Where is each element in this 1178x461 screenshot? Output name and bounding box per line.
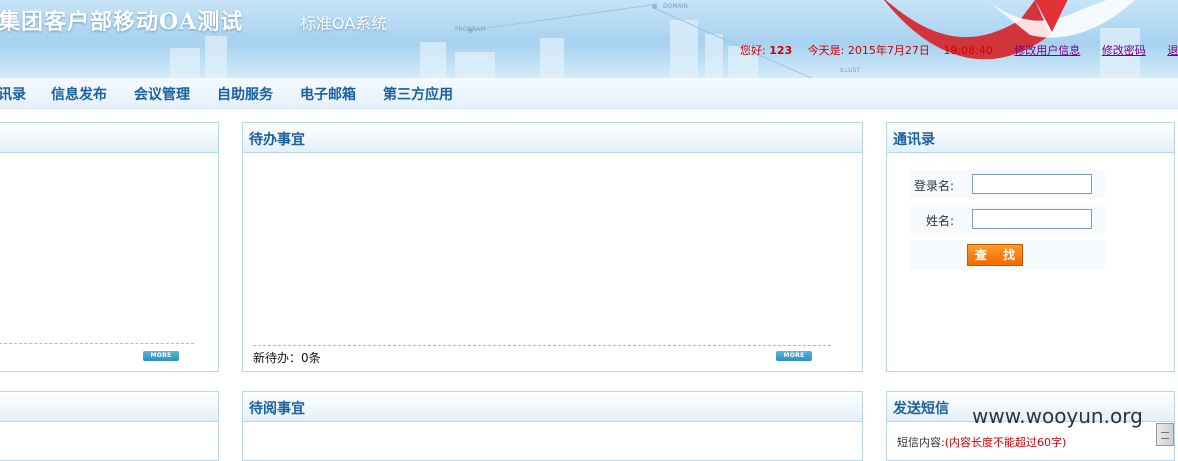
left-panel-bottom	[0, 391, 219, 461]
app-subtitle: 标准OA系统	[300, 14, 388, 33]
network-line	[469, 3, 659, 31]
left-panel-top: MORE	[0, 122, 219, 372]
skyline-building	[420, 42, 446, 78]
pending-panel: 待办事宜 新待办：0条 MORE	[242, 122, 863, 372]
nav-item-third-party[interactable]: 第三方应用	[383, 84, 453, 104]
panel-header	[0, 123, 218, 153]
to-read-panel: 待阅事宜	[242, 391, 863, 461]
to-read-title: 待阅事宜	[243, 392, 862, 422]
skyline-building	[540, 38, 564, 78]
app-title: 集团客户部移动OA测试	[0, 9, 244, 35]
divider	[0, 343, 194, 344]
username: 123	[769, 44, 793, 57]
user-bar: 您好: 123 今天是: 2015年7月27日 19:08:40 修改用户信息 …	[740, 42, 1178, 58]
nav-item-self-service[interactable]: 自助服务	[217, 84, 273, 104]
contacts-title: 通讯录	[887, 123, 1174, 153]
skyline-building	[705, 34, 723, 78]
greeting-label: 您好:	[740, 44, 766, 57]
name-row: 姓名:	[910, 205, 1105, 233]
skyline-building	[455, 52, 495, 78]
more-button[interactable]: MORE	[143, 351, 179, 361]
network-label: PROGRAM	[455, 26, 486, 33]
current-time: 19:08:40	[943, 44, 993, 57]
skyline-building	[670, 20, 698, 78]
scrollbar-thumb[interactable]	[1156, 423, 1174, 446]
watermark: www.wooyun.org	[972, 404, 1143, 428]
network-label: DOMAIN	[663, 3, 688, 10]
nav-item-publish[interactable]: 信息发布	[51, 84, 107, 104]
sms-content-text: 短信内容:	[897, 436, 945, 449]
more-button[interactable]: MORE	[776, 351, 812, 361]
contacts-panel: 通讯录 登录名: 姓名: 查 找	[886, 122, 1175, 372]
panel-header	[0, 392, 218, 422]
name-label: 姓名:	[925, 214, 954, 228]
login-row: 登录名:	[910, 170, 1105, 198]
sms-limit-note: (内容长度不能超过60字)	[944, 436, 1067, 449]
login-input[interactable]	[972, 174, 1092, 194]
network-node	[652, 4, 657, 9]
swoosh-logo	[884, 0, 1135, 60]
pending-count: 新待办：0条	[253, 351, 321, 365]
nav-item-contacts[interactable]: 讯录	[0, 84, 26, 104]
edit-profile-link[interactable]: 修改用户信息	[1014, 44, 1080, 57]
sms-content-label: 短信内容:(内容长度不能超过60字)	[897, 434, 1066, 450]
search-button[interactable]: 查 找	[967, 244, 1023, 266]
pending-title: 待办事宜	[243, 123, 862, 153]
nav-item-email[interactable]: 电子邮箱	[300, 84, 356, 104]
skyline-building	[205, 36, 227, 78]
name-input[interactable]	[972, 209, 1092, 229]
login-label: 登录名:	[913, 179, 954, 193]
today-label: 今天是:	[807, 44, 845, 57]
change-password-link[interactable]: 修改密码	[1102, 44, 1146, 57]
current-date: 2015年7月27日	[847, 44, 930, 57]
nav-item-meetings[interactable]: 会议管理	[134, 84, 190, 104]
app-header: DOMAIN PROGRAM ILLUST 集团客户部移动OA测试 标准OA系统…	[0, 0, 1178, 78]
main-nav: 讯录 信息发布 会议管理 自助服务 电子邮箱 第三方应用	[0, 78, 1178, 109]
skyline-building	[170, 48, 200, 78]
divider	[253, 345, 831, 346]
logout-link[interactable]: 退	[1167, 44, 1178, 57]
